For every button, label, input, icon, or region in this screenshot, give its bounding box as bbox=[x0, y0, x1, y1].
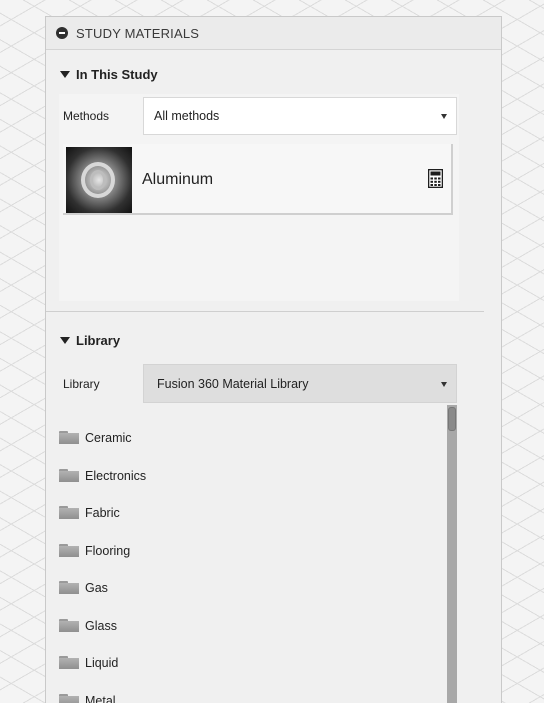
library-label: Library bbox=[63, 377, 100, 391]
folder-label: Fabric bbox=[85, 506, 120, 520]
folder-label: Liquid bbox=[85, 656, 119, 670]
methods-dropdown[interactable]: All methods bbox=[143, 97, 457, 135]
material-card-aluminum[interactable]: Aluminum bbox=[63, 144, 453, 215]
aluminum-swatch-icon bbox=[66, 147, 132, 213]
in-this-study-heading: In This Study bbox=[76, 67, 158, 82]
folder-label: Gas bbox=[85, 581, 108, 595]
folder-icon bbox=[59, 468, 79, 482]
panel-header[interactable]: STUDY MATERIALS bbox=[46, 17, 501, 50]
collapse-icon[interactable] bbox=[56, 27, 68, 39]
folder-icon bbox=[59, 543, 79, 557]
folder-icon bbox=[59, 693, 79, 703]
folder-icon bbox=[59, 431, 79, 444]
folder-label: Glass bbox=[85, 618, 117, 633]
folder-item-metal[interactable]: Metal bbox=[59, 682, 457, 703]
library-dropdown-value: Fusion 360 Material Library bbox=[157, 377, 309, 391]
expand-triangle-icon[interactable] bbox=[60, 337, 70, 344]
scrollbar-thumb[interactable] bbox=[448, 407, 456, 431]
folder-item-glass[interactable]: Glass bbox=[59, 607, 457, 645]
methods-dropdown-value: All methods bbox=[154, 109, 220, 123]
folder-label: Ceramic bbox=[85, 431, 132, 445]
folder-item-ceramic[interactable]: Ceramic bbox=[59, 419, 457, 457]
library-heading: Library bbox=[76, 333, 121, 348]
folder-item-flooring[interactable]: Flooring bbox=[59, 532, 457, 570]
folder-icon bbox=[59, 506, 79, 519]
folder-icon bbox=[59, 618, 79, 632]
calculator-icon[interactable] bbox=[428, 169, 443, 188]
folder-label: Metal bbox=[85, 693, 116, 703]
folder-item-liquid[interactable]: Liquid bbox=[59, 644, 457, 682]
chevron-down-icon bbox=[441, 114, 447, 119]
material-name: Aluminum bbox=[142, 171, 214, 188]
methods-label: Methods bbox=[63, 109, 110, 123]
study-materials-panel: STUDY MATERIALS In This Study Methods Al… bbox=[45, 16, 502, 703]
library-header[interactable]: Library bbox=[60, 333, 120, 348]
folder-label: Electronics bbox=[85, 468, 147, 483]
folder-item-fabric[interactable]: Fabric bbox=[59, 494, 457, 532]
library-scrollbar[interactable] bbox=[447, 405, 457, 703]
library-folder-list: Ceramic Electronics Fabric Flooring Gas … bbox=[59, 419, 457, 703]
chevron-down-icon bbox=[441, 382, 447, 387]
panel-title: STUDY MATERIALS bbox=[76, 26, 200, 41]
folder-icon bbox=[59, 581, 79, 594]
folder-icon bbox=[59, 656, 79, 669]
folder-label: Flooring bbox=[85, 543, 131, 558]
library-dropdown[interactable]: Fusion 360 Material Library bbox=[143, 364, 457, 403]
expand-triangle-icon[interactable] bbox=[60, 71, 70, 78]
in-this-study-header[interactable]: In This Study bbox=[60, 67, 158, 82]
folder-item-electronics[interactable]: Electronics bbox=[59, 457, 457, 495]
folder-item-gas[interactable]: Gas bbox=[59, 569, 457, 607]
section-divider bbox=[46, 311, 484, 312]
